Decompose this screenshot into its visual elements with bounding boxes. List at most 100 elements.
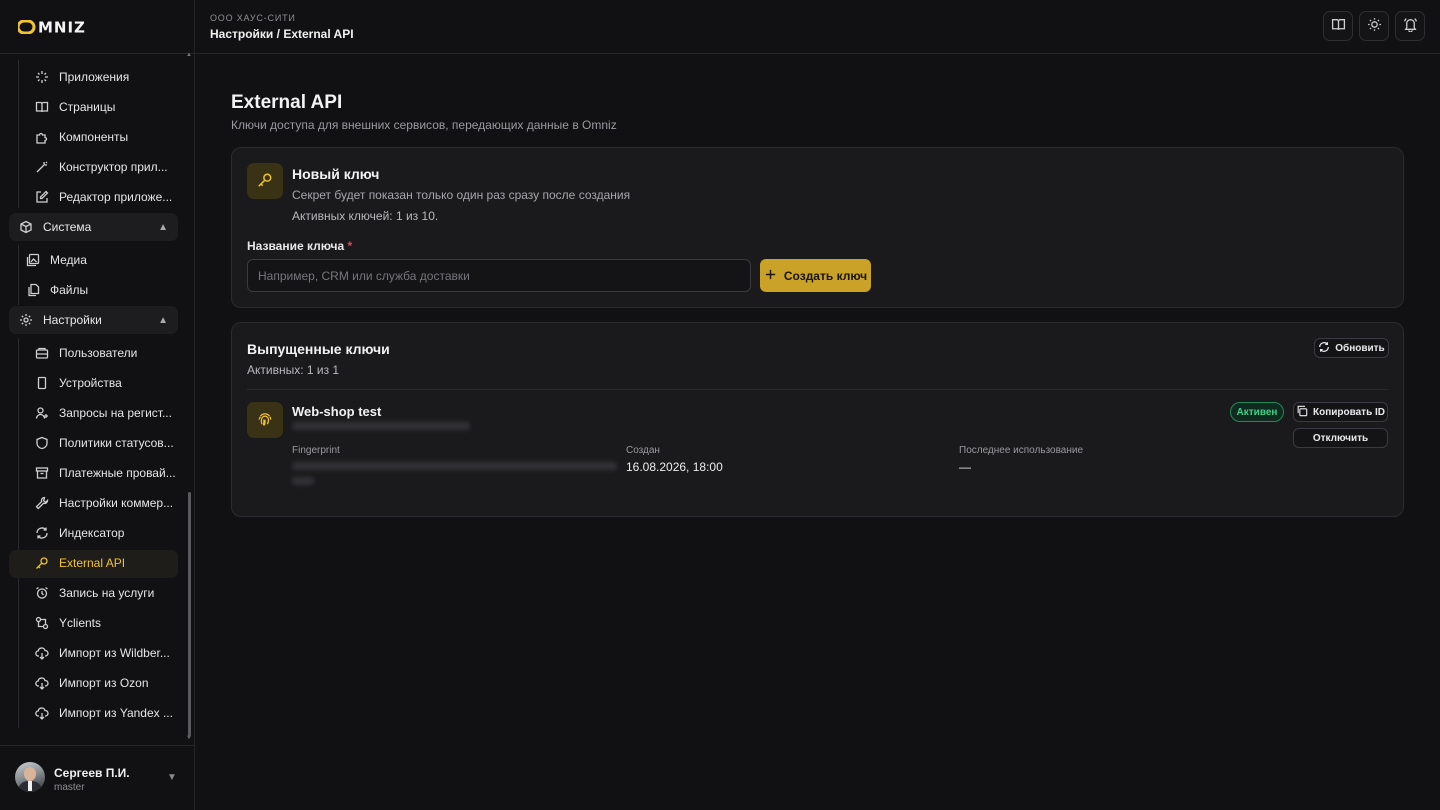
- flow-icon: [35, 616, 49, 630]
- key-icon-box: [247, 163, 283, 199]
- top-header: ООО ХАУС-СИТИ Настройки / External API: [195, 0, 1440, 54]
- section-divider: [247, 389, 1388, 390]
- breadcrumb: Настройки / External API: [210, 27, 354, 41]
- fingerprint-redacted-tail: [292, 477, 314, 485]
- status-badge: Активен: [1230, 402, 1284, 422]
- sidebar-item-pages[interactable]: Страницы: [35, 93, 180, 121]
- sidebar-item-payment-providers[interactable]: Платежные провай...: [35, 459, 180, 487]
- bell-icon: [1403, 17, 1418, 35]
- sidebar-item-service-booking[interactable]: Запись на услуги: [35, 579, 180, 607]
- wand-icon: [35, 160, 49, 174]
- sidebar-item-media[interactable]: Медиа: [26, 246, 176, 274]
- page-subtitle: Ключи доступа для внешних сервисов, пере…: [231, 118, 617, 132]
- copy-icon: [1296, 405, 1308, 420]
- files-icon: [26, 283, 40, 297]
- cloud-download-icon: [35, 676, 49, 690]
- sidebar-item-users[interactable]: Пользователи: [35, 339, 180, 367]
- fingerprint-icon: [257, 411, 273, 430]
- page-title: External API: [231, 92, 343, 113]
- last-used-value: —: [959, 460, 971, 474]
- key-name: Web-shop test: [292, 404, 382, 419]
- cloud-download-icon: [35, 646, 49, 660]
- chevron-up-icon: ▲: [158, 221, 168, 233]
- nav-tree-line: [18, 245, 19, 305]
- organization-name: ООО ХАУС-СИТИ: [210, 13, 296, 23]
- copy-id-button[interactable]: Копировать ID: [1293, 402, 1388, 422]
- sidebar-group-system[interactable]: Система ▲: [9, 213, 178, 241]
- chevron-up-icon: ▲: [158, 314, 168, 326]
- wrench-icon: [35, 496, 49, 510]
- cloud-download-icon: [35, 706, 49, 720]
- fingerprint-icon-box: [247, 402, 283, 438]
- active-keys-count: Активных ключей: 1 из 10.: [292, 209, 439, 223]
- new-key-description: Секрет будет показан только один раз сра…: [292, 188, 631, 202]
- new-key-title: Новый ключ: [292, 166, 380, 182]
- plus-icon: [764, 268, 777, 284]
- refresh-button[interactable]: Обновить: [1314, 338, 1389, 358]
- archive-icon: [35, 466, 49, 480]
- sidebar-item-import-yandex[interactable]: Импорт из Yandex ...: [35, 699, 180, 727]
- sparkles-icon: [35, 70, 49, 84]
- gear-icon: [19, 313, 33, 327]
- sidebar-item-yclients[interactable]: Yclients: [35, 609, 180, 637]
- user-profile[interactable]: Сергеев П.И. master ▼: [0, 745, 195, 810]
- users-icon: [35, 346, 49, 360]
- avatar: [15, 762, 45, 792]
- sidebar-item-app-editor[interactable]: Редактор приложе...: [35, 183, 180, 211]
- puzzle-icon: [35, 130, 49, 144]
- svg-text:MNIZ: MNIZ: [38, 20, 86, 34]
- create-key-button[interactable]: Создать ключ: [760, 259, 871, 292]
- sidebar-item-status-policies[interactable]: Политики статусов...: [35, 429, 180, 457]
- nav-tree-line: [18, 60, 19, 208]
- sidebar-item-commerce-settings[interactable]: Настройки коммер...: [35, 489, 180, 517]
- notifications-button[interactable]: [1395, 11, 1425, 41]
- issued-active-count: Активных: 1 из 1: [247, 363, 340, 377]
- sidebar-item-devices[interactable]: Устройства: [35, 369, 180, 397]
- box-icon: [19, 220, 33, 234]
- profile-role: master: [54, 782, 85, 793]
- sidebar-item-indexer[interactable]: Индексатор: [35, 519, 180, 547]
- created-value: 16.08.2026, 18:00: [626, 460, 723, 474]
- created-label: Создан: [626, 445, 660, 456]
- last-used-label: Последнее использование: [959, 445, 1084, 456]
- sidebar-item-external-api[interactable]: External API: [35, 549, 180, 577]
- fingerprint-label: Fingerprint: [292, 445, 340, 456]
- sidebar-item-import-ozon[interactable]: Импорт из Ozon: [35, 669, 180, 697]
- key-name-label: Название ключа *: [247, 239, 353, 253]
- images-icon: [26, 253, 40, 267]
- refresh-icon: [35, 526, 49, 540]
- brand-logo[interactable]: MNIZ: [18, 18, 132, 36]
- sidebar-item-apps[interactable]: Приложения: [35, 63, 180, 91]
- sidebar-group-settings[interactable]: Настройки ▲: [9, 306, 178, 334]
- new-key-card: Новый ключ Секрет будет показан только о…: [231, 147, 1404, 308]
- alarm-icon: [35, 586, 49, 600]
- edit-icon: [35, 190, 49, 204]
- user-plus-icon: [35, 406, 49, 420]
- sidebar-divider: [0, 53, 195, 54]
- sidebar-scrollbar[interactable]: [188, 492, 191, 737]
- sidebar-item-registration-requests[interactable]: Запросы на регист...: [35, 399, 180, 427]
- phone-icon: [35, 376, 49, 390]
- key-name-input[interactable]: [247, 259, 751, 292]
- chevron-down-icon[interactable]: ▼: [167, 772, 177, 783]
- sidebar-item-components[interactable]: Компоненты: [35, 123, 180, 151]
- docs-button[interactable]: [1323, 11, 1353, 41]
- scroll-up-arrow-icon[interactable]: ▲: [186, 52, 192, 58]
- sidebar-group-label: Настройки: [43, 313, 102, 327]
- sidebar-group-label: Система: [43, 220, 92, 234]
- key-icon: [35, 556, 49, 570]
- sidebar: MNIZ ▲ ▼ Приложения Страницы Компоненты …: [0, 0, 195, 810]
- refresh-icon: [1318, 341, 1330, 356]
- sidebar-item-files[interactable]: Файлы: [26, 276, 176, 304]
- disable-key-button[interactable]: Отключить: [1293, 428, 1388, 448]
- required-mark: *: [347, 239, 353, 253]
- theme-toggle-button[interactable]: [1359, 11, 1389, 41]
- sidebar-item-app-builder[interactable]: Конструктор прил...: [35, 153, 180, 181]
- book-icon: [35, 100, 49, 114]
- issued-keys-card: Выпущенные ключи Активных: 1 из 1 Обнови…: [231, 322, 1404, 517]
- key-icon: [257, 172, 273, 191]
- shield-icon: [35, 436, 49, 450]
- omniz-logo-icon: MNIZ: [18, 20, 86, 34]
- issued-keys-title: Выпущенные ключи: [247, 341, 390, 357]
- sidebar-item-import-wildberries[interactable]: Импорт из Wildber...: [35, 639, 180, 667]
